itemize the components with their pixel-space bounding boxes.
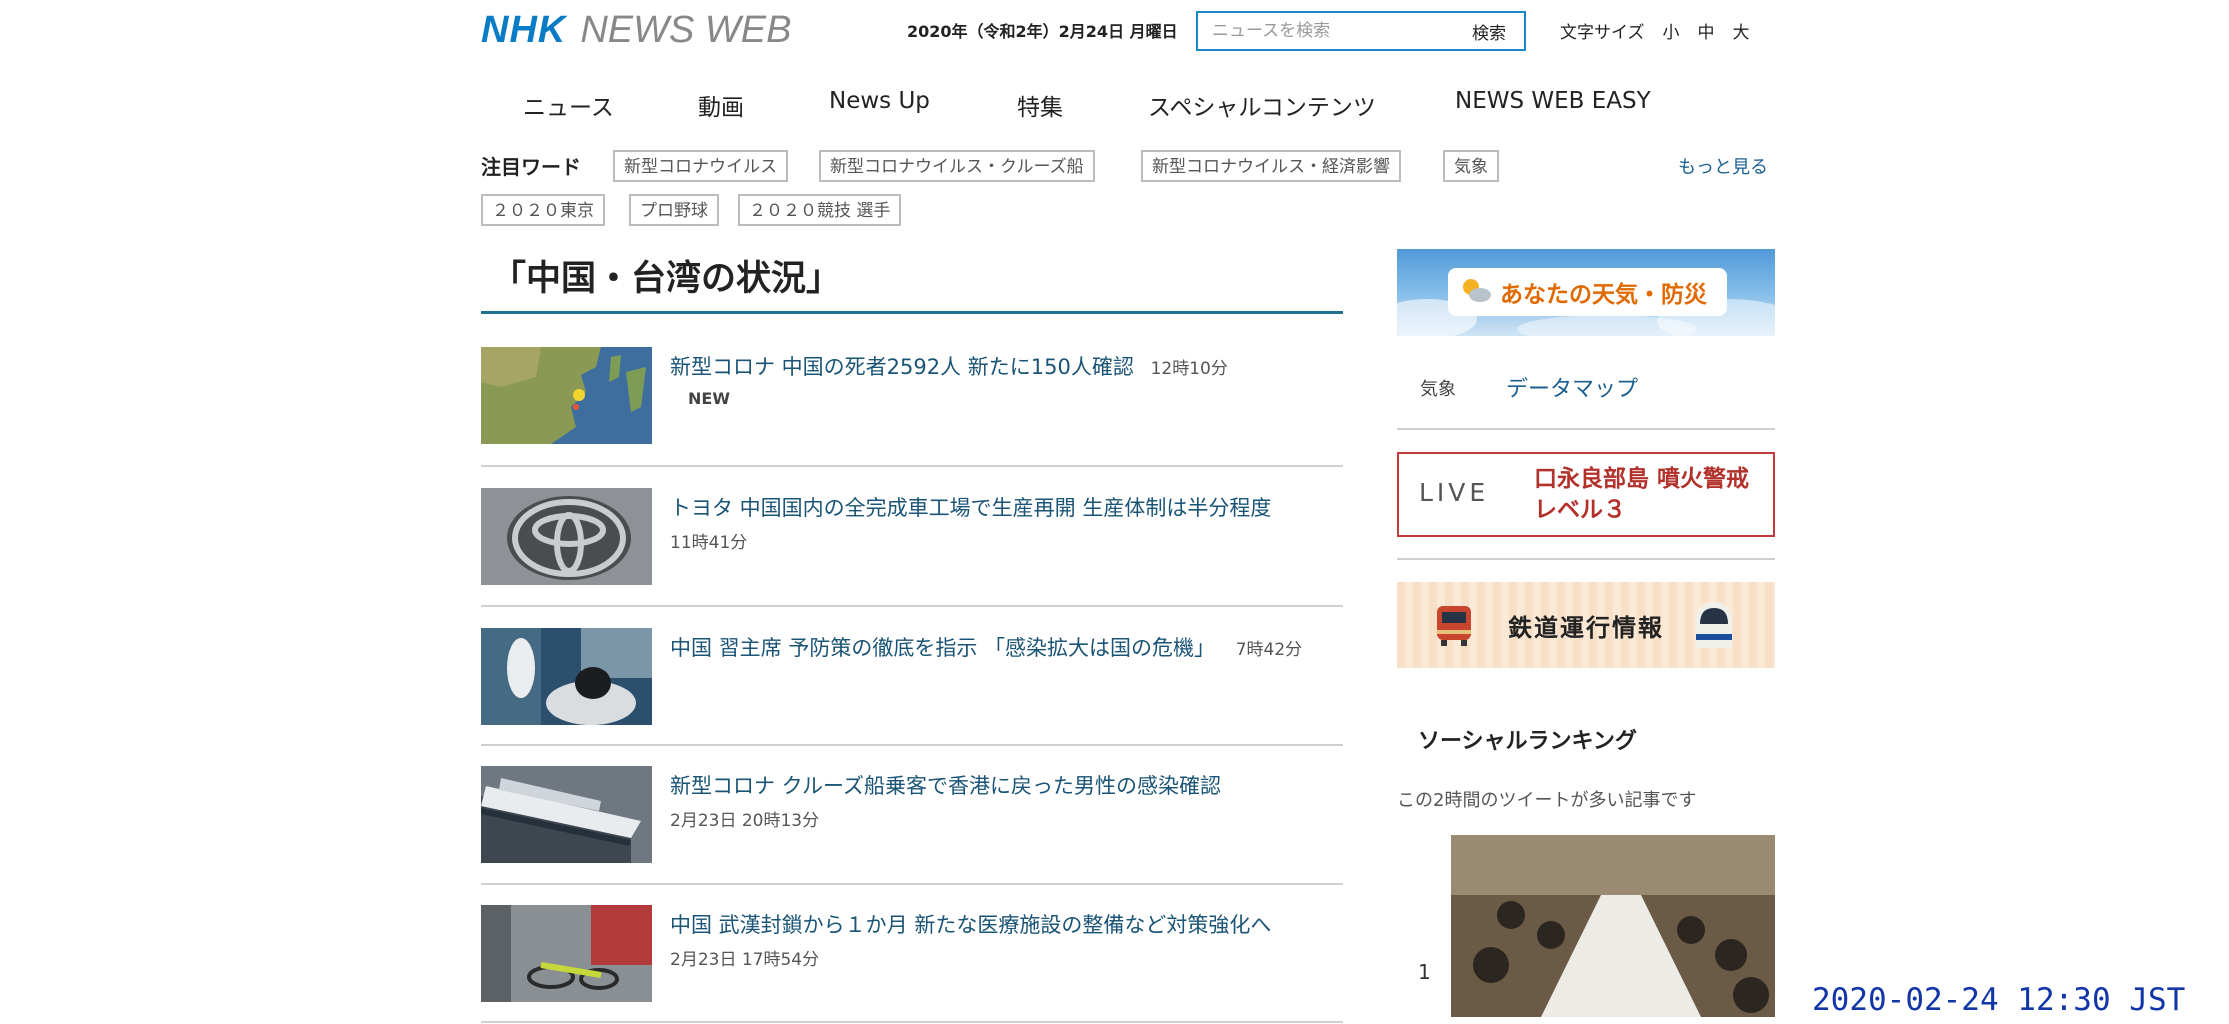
- article-divider: [481, 1021, 1343, 1023]
- logo-nhk-text: NHK: [481, 8, 567, 51]
- article-headline[interactable]: トヨタ 中国国内の全完成車工場で生産再開 生産体制は半分程度 11時41分: [670, 492, 1271, 553]
- article-divider: [481, 605, 1343, 607]
- live-banner[interactable]: LIVE 口永良部島 噴火警戒レベル３: [1397, 452, 1775, 537]
- train-shinkansen-icon: [1692, 598, 1736, 654]
- trending-tag[interactable]: ２０２０競技 選手: [738, 194, 902, 226]
- weather-banner[interactable]: あなたの天気・防災: [1397, 249, 1775, 336]
- article-headline[interactable]: 中国 習主席 予防策の徹底を指示 「感染拡大は国の危機」 7時42分: [670, 632, 1302, 662]
- trending-tag[interactable]: 新型コロナウイルス・クルーズ船: [819, 150, 1095, 182]
- live-text: 口永良部島 噴火警戒レベル３: [1534, 466, 1750, 523]
- ranking-number: 1: [1418, 960, 1431, 984]
- article-item: 新型コロナ 中国の死者2592人 新たに150人確認 12時10分 NEW: [481, 347, 1343, 444]
- headline-text: 新型コロナ クルーズ船乗客で香港に戻った男性の感染確認: [670, 774, 1221, 798]
- trending-tag[interactable]: 新型コロナウイルス: [613, 150, 788, 182]
- article-time: 2月23日 17時54分: [670, 950, 820, 970]
- nav-video[interactable]: 動画: [698, 88, 744, 122]
- trending-tag[interactable]: プロ野球: [629, 194, 719, 226]
- page-title: 「中国・台湾の状況」: [491, 259, 842, 299]
- trending-tag[interactable]: 新型コロナウイルス・経済影響: [1141, 150, 1401, 182]
- article-item: 中国 習主席 予防策の徹底を指示 「感染拡大は国の危機」 7時42分: [481, 628, 1343, 725]
- nav-news[interactable]: ニュース: [523, 88, 614, 122]
- new-badge: NEW: [688, 389, 730, 408]
- article-time: 12時10分: [1150, 359, 1228, 379]
- data-map-link[interactable]: データマップ: [1506, 371, 1638, 403]
- timestamp-overlay: 2020-02-24 12:30 JST: [1812, 982, 2186, 1018]
- font-size-small-button[interactable]: 小: [1663, 18, 1680, 43]
- search-box: 検索: [1196, 11, 1526, 51]
- sun-cloud-icon: [1460, 277, 1492, 307]
- headline-text: 中国 武漢封鎖から１か月 新たな医療施設の整備など対策強化へ: [670, 913, 1272, 937]
- nhk-news-web-logo[interactable]: NHK NEWS WEB: [481, 8, 791, 52]
- article-headline[interactable]: 新型コロナ 中国の死者2592人 新たに150人確認 12時10分: [670, 351, 1228, 381]
- article-thumbnail-map[interactable]: [481, 347, 652, 444]
- social-ranking-title: ソーシャルランキング: [1418, 729, 1637, 754]
- logo-news-web-text: NEWS WEB: [580, 8, 792, 51]
- ranking-article-photo[interactable]: [1451, 835, 1775, 1017]
- headline-text: 中国 習主席 予防策の徹底を指示 「感染拡大は国の危機」: [670, 636, 1216, 660]
- more-trending-link[interactable]: もっと見る: [1678, 153, 1768, 179]
- font-size-large-button[interactable]: 大: [1733, 18, 1750, 43]
- search-input[interactable]: [1198, 13, 1454, 49]
- article-headline[interactable]: 中国 武漢封鎖から１か月 新たな医療施設の整備など対策強化へ 2月23日 17時…: [670, 909, 1271, 970]
- article-time: 11時41分: [670, 533, 748, 553]
- nav-features[interactable]: 特集: [1017, 88, 1063, 122]
- sidebar-divider: [1397, 428, 1775, 430]
- social-ranking-subtitle: この2時間のツイートが多い記事です: [1397, 790, 1697, 811]
- article-divider: [481, 883, 1343, 885]
- article-thumbnail-toyota[interactable]: [481, 488, 652, 585]
- railway-info-banner[interactable]: 鉄道運行情報: [1397, 582, 1775, 668]
- font-size-label: 文字サイズ: [1560, 23, 1645, 43]
- font-size-controls: 文字サイズ 小 中 大: [1560, 18, 1750, 43]
- railway-info-text: 鉄道運行情報: [1508, 614, 1664, 642]
- article-thumbnail-cruise-ship[interactable]: [481, 766, 652, 863]
- article-divider: [481, 744, 1343, 746]
- headline-text: 新型コロナ 中国の死者2592人 新たに150人確認: [670, 355, 1134, 379]
- train-red-icon: [1435, 604, 1473, 652]
- article-item: 中国 武漢封鎖から１か月 新たな医療施設の整備など対策強化へ 2月23日 17時…: [481, 905, 1343, 1002]
- title-divider: [481, 311, 1343, 314]
- article-time: 2月23日 20時13分: [670, 811, 820, 831]
- weather-pill: あなたの天気・防災: [1448, 268, 1727, 316]
- search-button[interactable]: 検索: [1454, 19, 1524, 44]
- headline-text: トヨタ 中国国内の全完成車工場で生産再開 生産体制は半分程度: [670, 496, 1272, 520]
- article-item: トヨタ 中国国内の全完成車工場で生産再開 生産体制は半分程度 11時41分: [481, 488, 1343, 585]
- nav-news-web-easy[interactable]: NEWS WEB EASY: [1455, 88, 1651, 114]
- article-thumbnail-wuhan-street[interactable]: [481, 905, 652, 1002]
- trending-tag[interactable]: 気象: [1443, 150, 1499, 182]
- article-thumbnail-hospital[interactable]: [481, 628, 652, 725]
- article-headline[interactable]: 新型コロナ クルーズ船乗客で香港に戻った男性の感染確認 2月23日 20時13分: [670, 770, 1221, 831]
- trending-tag[interactable]: ２０２０東京: [481, 194, 605, 226]
- article-item: 新型コロナ クルーズ船乗客で香港に戻った男性の感染確認 2月23日 20時13分: [481, 766, 1343, 863]
- nav-special-contents[interactable]: スペシャルコンテンツ: [1148, 88, 1376, 122]
- article-time: 7時42分: [1235, 640, 1303, 660]
- nav-news-up[interactable]: News Up: [829, 88, 930, 114]
- current-date: 2020年（令和2年）2月24日 月曜日: [907, 22, 1178, 41]
- font-size-medium-button[interactable]: 中: [1698, 18, 1715, 43]
- trending-words-label: 注目ワード: [481, 155, 581, 179]
- live-label: LIVE: [1419, 478, 1490, 507]
- article-divider: [481, 465, 1343, 467]
- weather-link[interactable]: 気象: [1420, 375, 1456, 401]
- weather-banner-text: あなたの天気・防災: [1500, 282, 1707, 308]
- sidebar-divider: [1397, 558, 1775, 560]
